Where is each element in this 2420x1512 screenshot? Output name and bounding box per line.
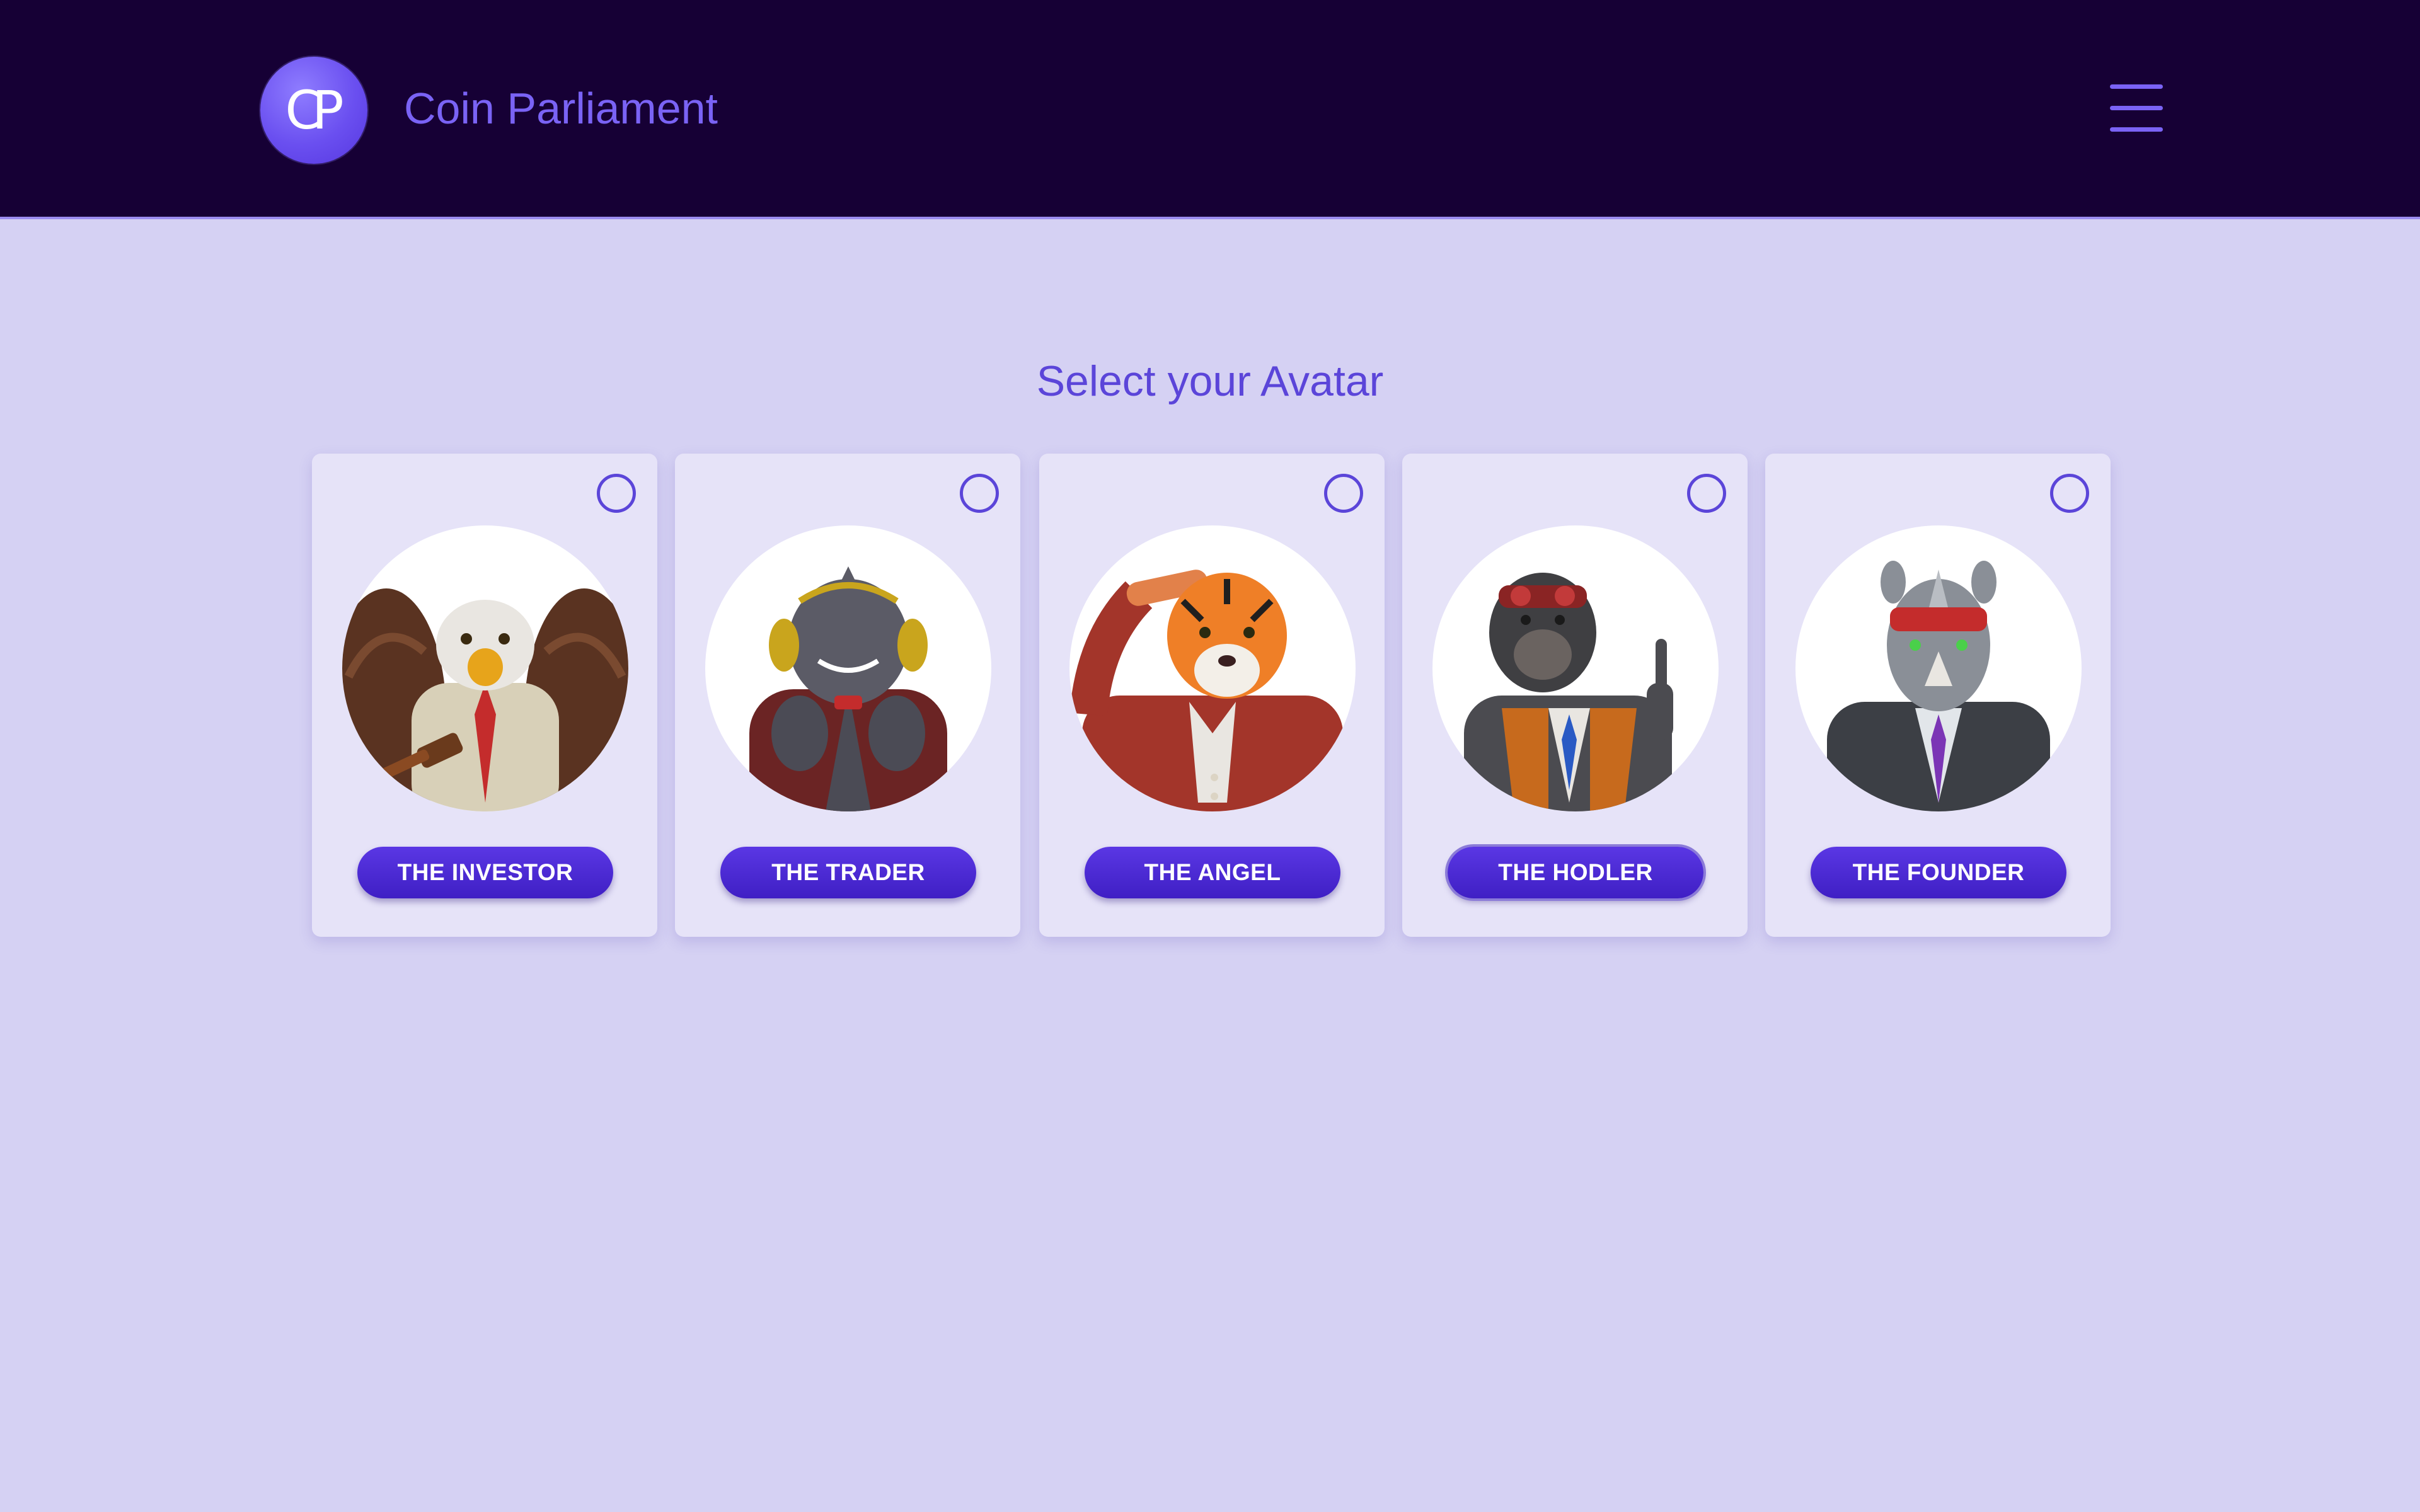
brand-name[interactable]: Coin Parliament [404, 77, 718, 140]
avatar-radio-hodler[interactable] [1687, 474, 1726, 513]
avatar-button-founder[interactable]: THE FOUNDER [1811, 847, 2066, 898]
avatar-card-hodler[interactable]: THE HODLER [1402, 454, 1748, 937]
avatar-card-investor[interactable]: THE INVESTOR [312, 454, 657, 937]
rhino-avatar-art [1827, 561, 2050, 811]
menu-bar-middle [2110, 106, 2163, 110]
avatar-button-hodler[interactable]: THE HODLER [1448, 847, 1703, 898]
gorilla-avatar-art [1464, 573, 1673, 811]
page-title: Select your Avatar [1036, 357, 1384, 405]
rhino-avatar-icon [1795, 525, 2082, 811]
avatar-radio-angel[interactable] [1324, 474, 1363, 513]
shark-avatar-art [749, 566, 947, 811]
logo-text: CP [285, 79, 343, 141]
eagle-avatar-art [342, 588, 628, 811]
menu-bar-bottom [2110, 127, 2163, 132]
avatar-radio-trader[interactable] [960, 474, 999, 513]
menu-bar-top [2110, 84, 2163, 89]
avatar-button-trader[interactable]: THE TRADER [720, 847, 976, 898]
avatar-radio-founder[interactable] [2050, 474, 2089, 513]
avatar-radio-investor[interactable] [597, 474, 636, 513]
top-header: CP Coin Parliament [0, 0, 2420, 219]
hamburger-menu-icon[interactable] [2110, 82, 2163, 135]
shark-avatar-icon [705, 525, 991, 811]
avatar-card-trader[interactable]: THE TRADER [675, 454, 1020, 937]
avatar-card-angel[interactable]: THE ANGEL [1039, 454, 1385, 937]
coin-parliament-logo[interactable]: CP [260, 57, 367, 164]
avatar-button-investor[interactable]: THE INVESTOR [357, 847, 613, 898]
eagle-avatar-icon [342, 525, 628, 811]
tiger-avatar-icon [1069, 525, 1356, 811]
avatar-card-founder[interactable]: THE FOUNDER [1765, 454, 2111, 937]
tiger-avatar-art [1069, 570, 1343, 811]
gorilla-avatar-icon [1432, 525, 1719, 811]
avatar-button-angel[interactable]: THE ANGEL [1085, 847, 1340, 898]
